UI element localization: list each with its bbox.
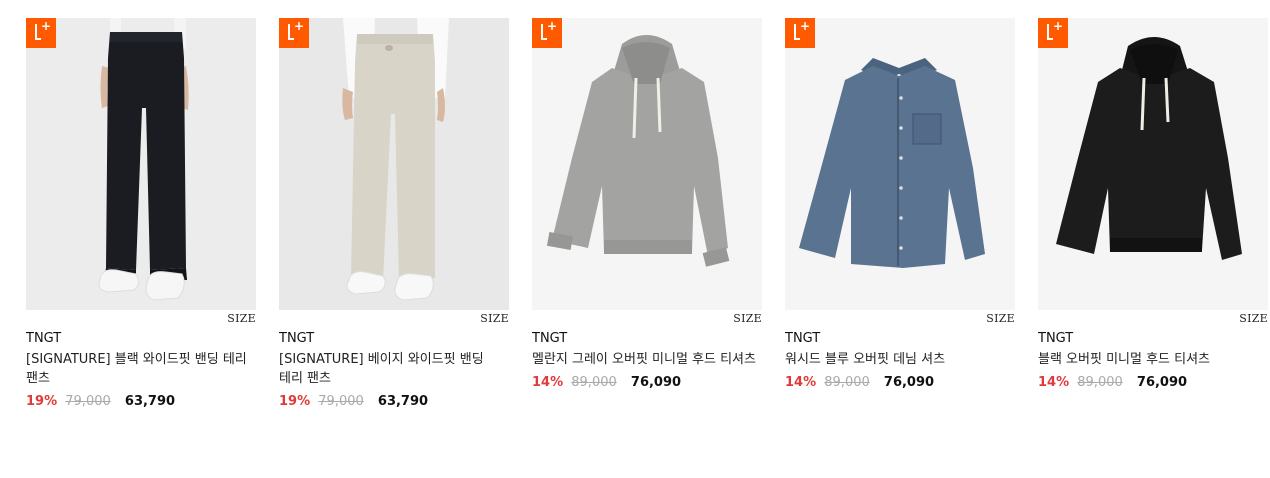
original-price: 89,000: [824, 375, 870, 390]
black-pants-image: [26, 18, 256, 310]
grey-hoodie-image: [532, 18, 762, 310]
sale-price: 63,790: [377, 394, 429, 409]
price-row: 14% 89,000 76,090: [532, 375, 762, 390]
size-label[interactable]: SIZE: [1038, 310, 1268, 328]
product-card[interactable]: + SIZE TNGT 블랙 오버핏 미니멀 후드 티셔츠 14% 89,000…: [1038, 18, 1268, 409]
product-image[interactable]: +: [279, 18, 509, 310]
product-name[interactable]: [SIGNATURE] 베이지 와이드핏 밴딩 테리 팬츠: [279, 350, 509, 388]
lplus-badge-icon: +: [279, 18, 309, 48]
price-row: 19% 79,000 63,790: [26, 394, 256, 409]
discount-rate: 14%: [1038, 375, 1070, 390]
brand-name[interactable]: TNGT: [1038, 331, 1268, 346]
denim-shirt-image: [785, 18, 1015, 310]
brand-name[interactable]: TNGT: [532, 331, 762, 346]
brand-name[interactable]: TNGT: [26, 331, 256, 346]
size-label[interactable]: SIZE: [532, 310, 762, 328]
price-row: 14% 89,000 76,090: [785, 375, 1015, 390]
product-name[interactable]: 블랙 오버핏 미니멀 후드 티셔츠: [1038, 350, 1268, 369]
lplus-badge-icon: +: [1038, 18, 1068, 48]
size-label[interactable]: SIZE: [26, 310, 256, 328]
sale-price: 63,790: [124, 394, 176, 409]
discount-rate: 14%: [532, 375, 564, 390]
product-card[interactable]: + SIZE TNGT [SIGNATURE] 베이지 와이드핏 밴딩 테리 팬…: [279, 18, 509, 409]
price-row: 19% 79,000 63,790: [279, 394, 509, 409]
product-image[interactable]: +: [532, 18, 762, 310]
product-image[interactable]: +: [785, 18, 1015, 310]
original-price: 89,000: [1077, 375, 1123, 390]
discount-rate: 19%: [26, 394, 58, 409]
lplus-badge-icon: +: [532, 18, 562, 48]
brand-name[interactable]: TNGT: [279, 331, 509, 346]
product-image[interactable]: +: [1038, 18, 1268, 310]
sale-price: 76,090: [1136, 375, 1188, 390]
lplus-badge-icon: +: [785, 18, 815, 48]
product-name[interactable]: [SIGNATURE] 블랙 와이드핏 밴딩 테리 팬츠: [26, 350, 256, 388]
original-price: 79,000: [65, 394, 111, 409]
sale-price: 76,090: [883, 375, 935, 390]
product-name[interactable]: 멜란지 그레이 오버핏 미니멀 후드 티셔츠: [532, 350, 762, 369]
size-label[interactable]: SIZE: [785, 310, 1015, 328]
product-card[interactable]: + SIZE TNGT [SIGNATURE] 블랙 와이드핏 밴딩 테리 팬츠…: [26, 18, 256, 409]
sale-price: 76,090: [630, 375, 682, 390]
product-image[interactable]: +: [26, 18, 256, 310]
beige-pants-image: [279, 18, 509, 310]
size-label[interactable]: SIZE: [279, 310, 509, 328]
original-price: 79,000: [318, 394, 364, 409]
black-hoodie-image: [1038, 18, 1268, 310]
lplus-badge-icon: +: [26, 18, 56, 48]
product-name[interactable]: 워시드 블루 오버핏 데님 셔츠: [785, 350, 1015, 369]
discount-rate: 14%: [785, 375, 817, 390]
discount-rate: 19%: [279, 394, 311, 409]
price-row: 14% 89,000 76,090: [1038, 375, 1268, 390]
original-price: 89,000: [571, 375, 617, 390]
product-card[interactable]: + SIZE TNGT 워시드 블루 오버핏 데님 셔츠 14% 89,000 …: [785, 18, 1015, 409]
product-card[interactable]: + SIZE TNGT 멜란지 그레이 오버핏 미니멀 후드 티셔츠 14% 8…: [532, 18, 762, 409]
brand-name[interactable]: TNGT: [785, 331, 1015, 346]
product-grid: + SIZE TNGT [SIGNATURE] 블랙 와이드핏 밴딩 테리 팬츠…: [26, 18, 1268, 409]
